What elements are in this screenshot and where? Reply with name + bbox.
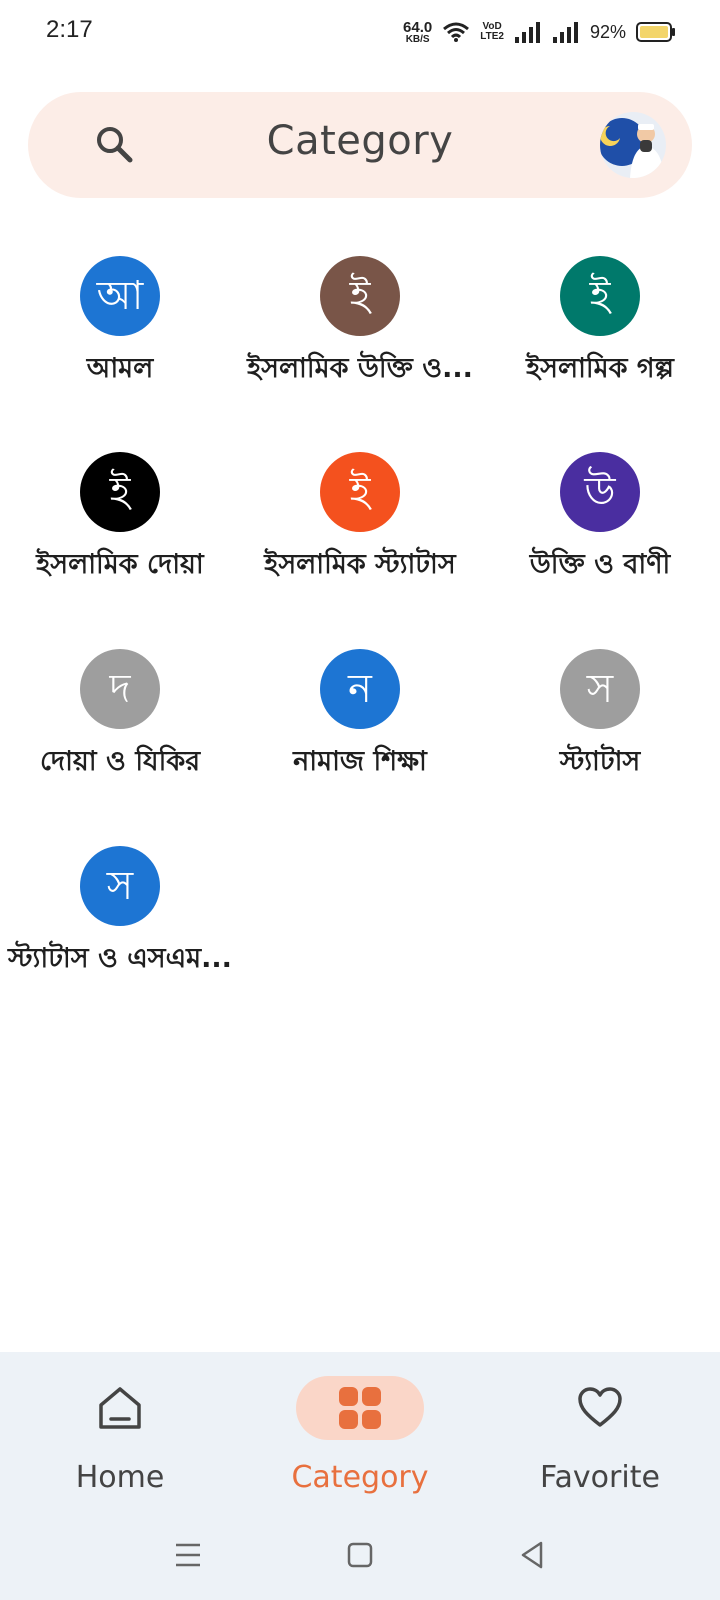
nav-category-icon-wrap: [296, 1376, 424, 1440]
category-avatar: উ: [560, 452, 640, 532]
category-label: উক্তি ও বাণী: [529, 549, 671, 580]
nav-home-icon-wrap: [56, 1376, 184, 1440]
category-label: ইসলামিক দোয়া: [36, 549, 204, 580]
back-icon[interactable]: [507, 1530, 557, 1580]
home-icon: [99, 1387, 141, 1429]
nav-home[interactable]: Home: [0, 1372, 240, 1502]
category-avatar: ই: [320, 256, 400, 336]
status-bar: 2:17 64.0 KB/S VoD LTE2 92%: [0, 0, 720, 64]
category-item[interactable]: দ দোয়া ও যিকির: [0, 641, 240, 801]
search-bar[interactable]: Category: [28, 92, 692, 198]
profile-avatar[interactable]: [600, 112, 666, 178]
category-label: ইসলামিক স্ট্যাটাস: [264, 549, 456, 580]
category-avatar: ন: [320, 649, 400, 729]
nav-category-label: Category: [291, 1460, 429, 1495]
signal-icon-1: [514, 22, 540, 43]
category-item[interactable]: স স্ট্যাটাস: [480, 641, 720, 801]
grid-icon: [339, 1387, 381, 1429]
category-label: নামাজ শিক্ষা: [293, 746, 427, 777]
battery-percent: 92%: [589, 21, 626, 42]
category-avatar: ই: [320, 452, 400, 532]
nav-category[interactable]: Category: [240, 1372, 480, 1502]
category-label: আমল: [86, 353, 154, 384]
menu-icon[interactable]: [163, 1530, 213, 1580]
nav-favorite-label: Favorite: [540, 1460, 660, 1495]
network-speed-unit: KB/S: [405, 33, 430, 45]
category-item[interactable]: ই ইসলামিক স্ট্যাটাস: [240, 444, 480, 604]
category-item[interactable]: ই ইসলামিক গল্প: [480, 248, 720, 408]
page-title: Category: [266, 118, 454, 164]
signal-icon-2: [552, 22, 578, 43]
category-label: দোয়া ও যিকির: [39, 746, 201, 777]
category-item[interactable]: ই ইসলামিক দোয়া: [0, 444, 240, 604]
status-time: 2:17: [46, 16, 93, 43]
battery-icon: [636, 22, 675, 42]
network-speed: 64.0 KB/S: [403, 20, 432, 45]
bottom-nav: Home Category Favorite: [0, 1352, 720, 1600]
category-label: ইসলামিক উক্তি ও...: [247, 353, 473, 384]
category-item[interactable]: উ উক্তি ও বাণী: [480, 444, 720, 604]
category-avatar: ই: [80, 452, 160, 532]
category-label: স্ট্যাটাস ও এসএম...: [8, 943, 232, 974]
network-speed-value: 64.0: [403, 18, 433, 36]
category-avatar: স: [80, 846, 160, 926]
category-item[interactable]: ই ইসলামিক উক্তি ও...: [240, 248, 480, 408]
volte-indicator: VoD LTE2: [480, 22, 504, 42]
category-avatar: স: [560, 649, 640, 729]
heart-icon: [578, 1387, 622, 1427]
category-avatar: ই: [560, 256, 640, 336]
category-item[interactable]: ন নামাজ শিক্ষা: [240, 641, 480, 801]
category-avatar: দ: [80, 649, 160, 729]
wifi-icon: [443, 22, 470, 42]
avatar-image: [600, 112, 666, 178]
home-square-icon[interactable]: [335, 1530, 385, 1580]
category-label: ইসলামিক গল্প: [526, 353, 674, 384]
status-icons: 64.0 KB/S VoD LTE2 92%: [403, 14, 676, 50]
nav-favorite[interactable]: Favorite: [480, 1372, 720, 1502]
nav-home-label: Home: [75, 1460, 165, 1495]
category-label: স্ট্যাটাস: [559, 746, 641, 777]
system-nav-bar: [0, 1520, 720, 1592]
nav-favorite-icon-wrap: [536, 1376, 664, 1440]
category-item[interactable]: আ আমল: [0, 248, 240, 408]
category-item[interactable]: স স্ট্যাটাস ও এসএম...: [0, 838, 240, 998]
category-avatar: আ: [80, 256, 160, 336]
volte-bottom: LTE2: [480, 31, 504, 42]
